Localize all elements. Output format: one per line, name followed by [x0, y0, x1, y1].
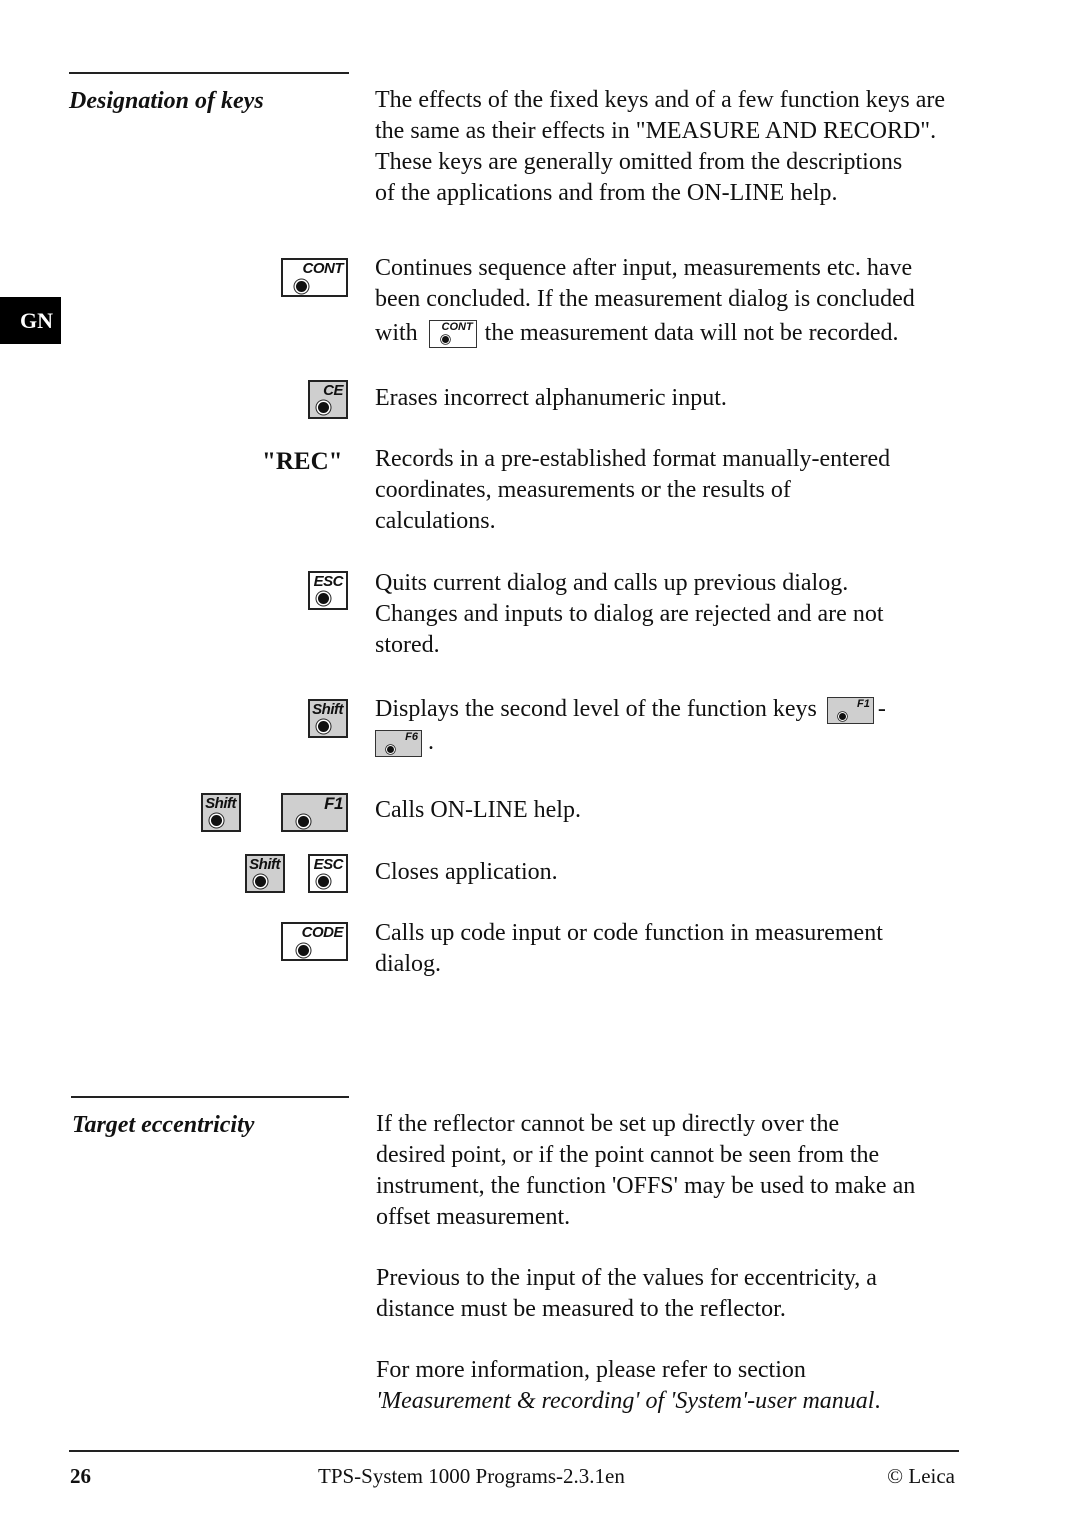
eccentricity-paragraph-2: Previous to the input of the values for …: [376, 1263, 976, 1325]
key-dot-icon: [298, 945, 309, 956]
key-dot-icon: [387, 745, 394, 753]
desc-line: Records in a pre-established format manu…: [375, 446, 891, 472]
key-dot-icon: [318, 593, 329, 604]
para-line: distance must be measured to the reflect…: [376, 1296, 786, 1322]
desc-line: Calls up code input or code function in …: [375, 920, 883, 946]
f1-key-inline-icon: F1: [826, 696, 874, 724]
desc-line: dialog.: [375, 951, 441, 977]
key-label: F1: [857, 697, 870, 710]
key-label: CONT: [441, 321, 473, 334]
language-tab-label: GN: [20, 307, 53, 333]
page-number: 26: [70, 1464, 91, 1488]
shift-key-icon: Shift: [201, 793, 241, 832]
code-description: Calls up code input or code function in …: [375, 918, 975, 980]
esc-description: Quits current dialog and calls up previo…: [375, 568, 975, 661]
para-line: offset measurement.: [376, 1204, 571, 1230]
shift-description: Displays the second level of the functio…: [375, 694, 995, 758]
cont-key-inline-icon: CONT: [428, 320, 477, 349]
key-dot-icon: [441, 336, 449, 344]
footer-rule: [69, 1450, 959, 1452]
rec-label: "REC": [262, 448, 343, 475]
key-dot-icon: [838, 712, 846, 720]
desc-line: Changes and inputs to dialog are rejecte…: [375, 601, 884, 627]
key-label: F1: [324, 794, 343, 813]
key-label: ESC: [313, 573, 344, 590]
para-line: 'Measurement & recording' of 'System'-us…: [376, 1386, 976, 1417]
section-heading-designation-of-keys: Designation of keys: [69, 88, 264, 114]
desc-line: Displays the second level of the functio…: [375, 694, 995, 725]
shift-key-icon: Shift: [308, 699, 348, 738]
desc-line: calculations.: [375, 508, 496, 534]
f6-key-inline-icon: F6: [375, 729, 422, 757]
intro-line: the same as their effects in "MEASURE AN…: [375, 118, 937, 144]
ce-description: Erases incorrect alphanumeric input.: [375, 385, 727, 411]
key-dot-icon: [318, 876, 329, 887]
manual-reference: 'Measurement & recording' of 'System'-us…: [376, 1388, 875, 1414]
key-label: ESC: [313, 856, 344, 873]
desc-text: Displays the second level of the functio…: [375, 696, 817, 722]
key-dot-icon: [255, 876, 266, 887]
desc-line: been concluded. If the measurement dialo…: [375, 286, 915, 312]
key-label: Shift: [312, 701, 343, 718]
shift-esc-description: Closes application.: [375, 859, 558, 885]
key-label: CODE: [301, 924, 344, 941]
ce-key-icon: CE: [308, 380, 348, 419]
section-heading-target-eccentricity: Target eccentricity: [72, 1112, 255, 1138]
desc-text: -: [877, 696, 886, 722]
key-dot-icon: [318, 721, 329, 732]
desc-line: Continues sequence after input, measurem…: [375, 255, 913, 281]
para-text: .: [874, 1388, 881, 1414]
key-label: Shift: [249, 856, 280, 873]
esc-key-icon: ESC: [308, 854, 348, 893]
desc-line: stored.: [375, 632, 440, 658]
key-dot-icon: [298, 816, 309, 827]
intro-paragraph: The effects of the fixed keys and of a f…: [375, 85, 975, 209]
para-line: desired point, or if the point cannot be…: [376, 1142, 880, 1168]
desc-line: Quits current dialog and calls up previo…: [375, 570, 849, 596]
desc-line: coordinates, measurements or the results…: [375, 477, 791, 503]
key-label: F6: [405, 730, 418, 743]
key-label: CONT: [302, 260, 344, 277]
esc-key-icon: ESC: [308, 571, 348, 610]
code-key-icon: CODE: [281, 922, 348, 961]
key-dot-icon: [296, 281, 307, 292]
para-line: For more information, please refer to se…: [376, 1357, 806, 1383]
desc-text: .: [428, 729, 434, 755]
desc-line: F6 .: [375, 727, 995, 758]
para-line: instrument, the function 'OFFS' may be u…: [376, 1173, 916, 1199]
para-line: Previous to the input of the values for …: [376, 1265, 877, 1291]
section-rule-top: [71, 1096, 349, 1098]
shift-f1-description: Calls ON-LINE help.: [375, 797, 581, 823]
intro-line: The effects of the fixed keys and of a f…: [375, 87, 945, 113]
cont-key-icon: CONT: [281, 258, 348, 297]
key-label: Shift: [205, 795, 236, 812]
intro-line: These keys are generally omitted from th…: [375, 149, 903, 175]
desc-line: with CONT the measurement data will not …: [375, 318, 975, 349]
f1-key-icon: F1: [281, 793, 348, 832]
shift-key-icon: Shift: [245, 854, 285, 893]
desc-text: with: [375, 320, 418, 346]
cont-description: Continues sequence after input, measurem…: [375, 253, 975, 349]
key-dot-icon: [211, 815, 222, 826]
language-tab-gn: GN: [0, 297, 61, 344]
eccentricity-paragraph-1: If the reflector cannot be set up direct…: [376, 1109, 976, 1233]
key-label: CE: [323, 382, 343, 399]
footer-copyright: © Leica: [887, 1464, 955, 1488]
intro-line: of the applications and from the ON-LINE…: [375, 180, 838, 206]
rec-description: Records in a pre-established format manu…: [375, 444, 975, 537]
section-rule-top: [69, 72, 349, 74]
footer-title: TPS-System 1000 Programs-2.3.1en: [318, 1464, 625, 1488]
desc-text: the measurement data will not be recorde…: [484, 320, 899, 346]
eccentricity-paragraph-3: For more information, please refer to se…: [376, 1355, 976, 1417]
key-dot-icon: [318, 402, 329, 413]
para-line: If the reflector cannot be set up direct…: [376, 1111, 840, 1137]
